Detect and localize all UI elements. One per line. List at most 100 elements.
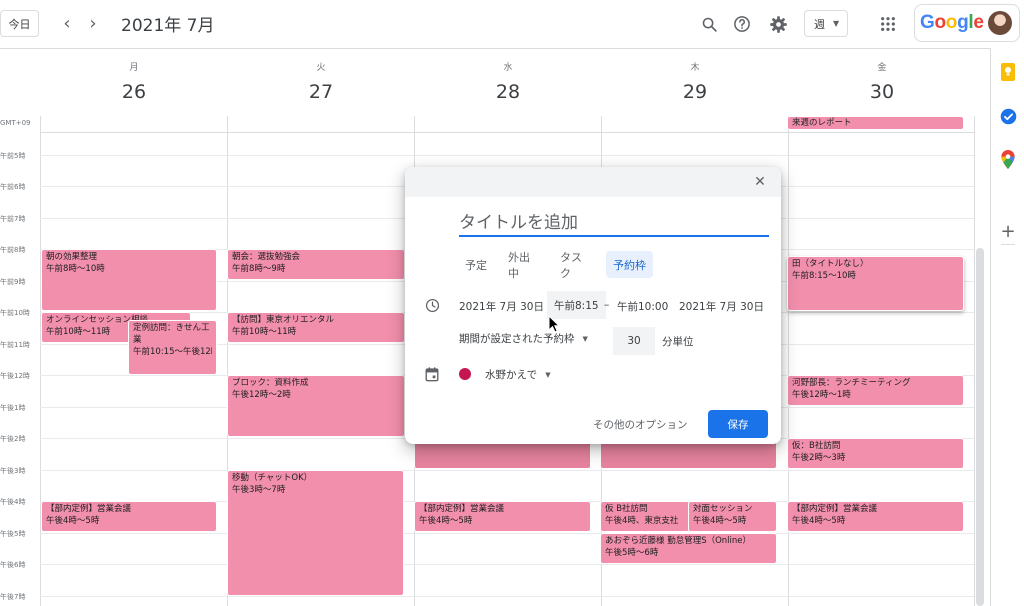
timezone-label: GMT+09 (0, 119, 31, 127)
view-selector[interactable]: 週 ▼ (804, 10, 848, 37)
calendar-event[interactable]: 朝会：選抜勉強会 午前8時〜9時 (227, 249, 405, 280)
day-number[interactable]: 26 (41, 81, 227, 103)
google-logo-letter: o (934, 12, 946, 33)
time-label: 午前7時 (0, 215, 26, 223)
time-label: 午後3時 (0, 467, 26, 475)
event-time: 午後4時〜5時 (693, 516, 747, 526)
time-label: 午前6時 (0, 183, 26, 191)
calendar-event[interactable]: 【訪問】東京オリエンタル 午前10時〜11時 (227, 312, 405, 343)
event-time: 午後12時〜2時 (232, 390, 291, 400)
save-button[interactable]: 保存 (708, 410, 768, 438)
day-number[interactable]: 29 (602, 81, 788, 103)
hour-line (40, 155, 974, 156)
calendar-event[interactable]: 仮：B社訪問 午後2時〜3時 (787, 438, 964, 469)
time-label: 午前9時 (0, 278, 26, 286)
tab-appointment-slots[interactable]: 予約枠 (606, 251, 653, 278)
day-header-mon[interactable]: 月 26 (41, 60, 227, 103)
tab-event[interactable]: 予定 (459, 251, 493, 278)
help-icon[interactable] (730, 12, 754, 36)
day-header-tue[interactable]: 火 27 (228, 60, 414, 103)
close-icon[interactable]: ✕ (750, 172, 770, 192)
day-number[interactable]: 30 (789, 81, 975, 103)
day-of-week: 金 (877, 63, 887, 73)
more-options-button[interactable]: その他のオプション (593, 417, 688, 432)
end-time[interactable]: 午前10:00 (617, 299, 668, 314)
day-of-week: 水 (503, 63, 513, 73)
keep-icon[interactable] (999, 63, 1017, 81)
tab-task[interactable]: タスク (554, 251, 598, 280)
event-title: あおぞら近藤様 勤怠管理S（Online） (605, 536, 752, 546)
slot-duration-input[interactable]: 30 (613, 327, 655, 355)
time-label: 午後2時 (0, 435, 26, 443)
caret-down-icon: ▼ (582, 334, 588, 343)
slot-mode-label: 期間が設定された予約枠 (459, 333, 575, 345)
day-header-wed[interactable]: 水 28 (415, 60, 601, 103)
google-logo-letter: o (945, 12, 958, 33)
event-time: 午後5時〜6時 (605, 548, 659, 558)
day-header-fri[interactable]: 金 30 (789, 60, 975, 103)
month-title: 2021年 7月 (121, 16, 215, 36)
calendar-event[interactable]: 朝の効果整理 午前8時〜10時 (41, 249, 217, 311)
clock-icon (423, 296, 441, 314)
event-time: 午後2時〜3時 (792, 453, 846, 463)
slot-duration-unit: 分単位 (662, 336, 694, 348)
next-week-icon[interactable]: › (83, 12, 103, 34)
event-title: 仮：B社訪問 (792, 441, 841, 451)
day-header-thu[interactable]: 木 29 (602, 60, 788, 103)
slot-mode-select[interactable]: 期間が設定された予約枠 ▼ (459, 331, 588, 346)
day-of-week: 月 (129, 63, 139, 73)
today-button[interactable]: 今日 (0, 10, 39, 37)
start-date[interactable]: 2021年 7月 30日 (459, 299, 544, 314)
hour-line (40, 596, 974, 597)
time-label: 午後6時 (0, 561, 26, 569)
calendar-event[interactable]: 【部内定例】営業会議 午後4時〜5時 (787, 501, 964, 532)
calendar-event[interactable]: ブロック：資料作成 午後12時〜2時 (227, 375, 405, 437)
calendar-event[interactable]: 【部内定例】営業会議 午後4時〜5時 (41, 501, 217, 532)
event-time: 午後12時〜1時 (792, 390, 851, 400)
calendar-event[interactable]: 【部内定例】営業会議 午後4時〜5時 (414, 501, 591, 532)
time-label: 午前10時 (0, 309, 30, 317)
apps-grid-icon[interactable] (876, 12, 900, 36)
event-time: 午前8時〜9時 (232, 264, 286, 274)
event-time: 午後4時、東京支社 (605, 516, 679, 526)
maps-icon[interactable] (999, 149, 1017, 169)
tasks-icon[interactable] (999, 107, 1017, 125)
quick-create-dialog: ✕ 予定 外出中 タスク 予約枠 2021年 7月 30日 午前8:15 – 午… (405, 167, 781, 444)
event-title-input[interactable] (459, 211, 769, 237)
calendar-event[interactable]: 定例訪問：きせん工業 午前10:15〜午後12時 (128, 320, 217, 375)
event-title: 対面セッション (693, 504, 753, 514)
scrollbar[interactable] (976, 248, 984, 606)
google-logo: Google (920, 12, 984, 34)
search-icon[interactable] (697, 12, 721, 36)
google-account-box[interactable]: Google (914, 4, 1020, 42)
event-title: 田（タイトルなし） (792, 259, 869, 269)
time-label: 午前8時 (0, 246, 26, 254)
allday-event[interactable]: 来週のレポート (787, 116, 964, 130)
day-number[interactable]: 28 (415, 81, 601, 103)
event-time: 午前8時〜10時 (46, 264, 105, 274)
calendar-event[interactable]: 移動（チャットOK） 午後3時〜7時 (227, 470, 404, 596)
event-time: 午後4時〜5時 (792, 516, 846, 526)
event-title: ブロック：資料作成 (232, 378, 309, 388)
tab-out-of-office[interactable]: 外出中 (502, 251, 546, 280)
time-label: 午後12時 (0, 372, 30, 380)
calendar-owner-select[interactable]: 水野かえで ▼ (485, 367, 551, 382)
column-divider (974, 116, 975, 606)
calendar-event[interactable]: 河野部長：ランチミーティング 午後12時〜1時 (787, 375, 964, 406)
dialog-drag-handle[interactable] (405, 167, 781, 197)
prev-week-icon[interactable]: ‹ (57, 12, 77, 34)
calendar-event[interactable]: 対面セッション 午後4時〜5時 (688, 501, 777, 532)
calendar-event-selected[interactable]: 田（タイトルなし） 午前8:15〜10時 (787, 256, 964, 311)
calendar-event[interactable]: 仮 B社訪問 午後4時、東京支社 (600, 501, 690, 532)
calendar-event[interactable]: あおぞら近藤様 勤怠管理S（Online） 午後5時〜6時 (600, 533, 777, 564)
settings-gear-icon[interactable] (766, 12, 790, 36)
add-addon-icon[interactable]: + (999, 221, 1017, 242)
time-label: 午前5時 (0, 152, 26, 160)
end-date[interactable]: 2021年 7月 30日 (679, 299, 764, 314)
event-title: 定例訪問：きせん工業 (133, 323, 210, 345)
time-label: 午後7時 (0, 593, 26, 601)
day-number[interactable]: 27 (228, 81, 414, 103)
avatar[interactable] (987, 11, 1012, 35)
event-time: 午前10:15〜午後12時 (133, 347, 212, 357)
hour-line (40, 533, 974, 534)
